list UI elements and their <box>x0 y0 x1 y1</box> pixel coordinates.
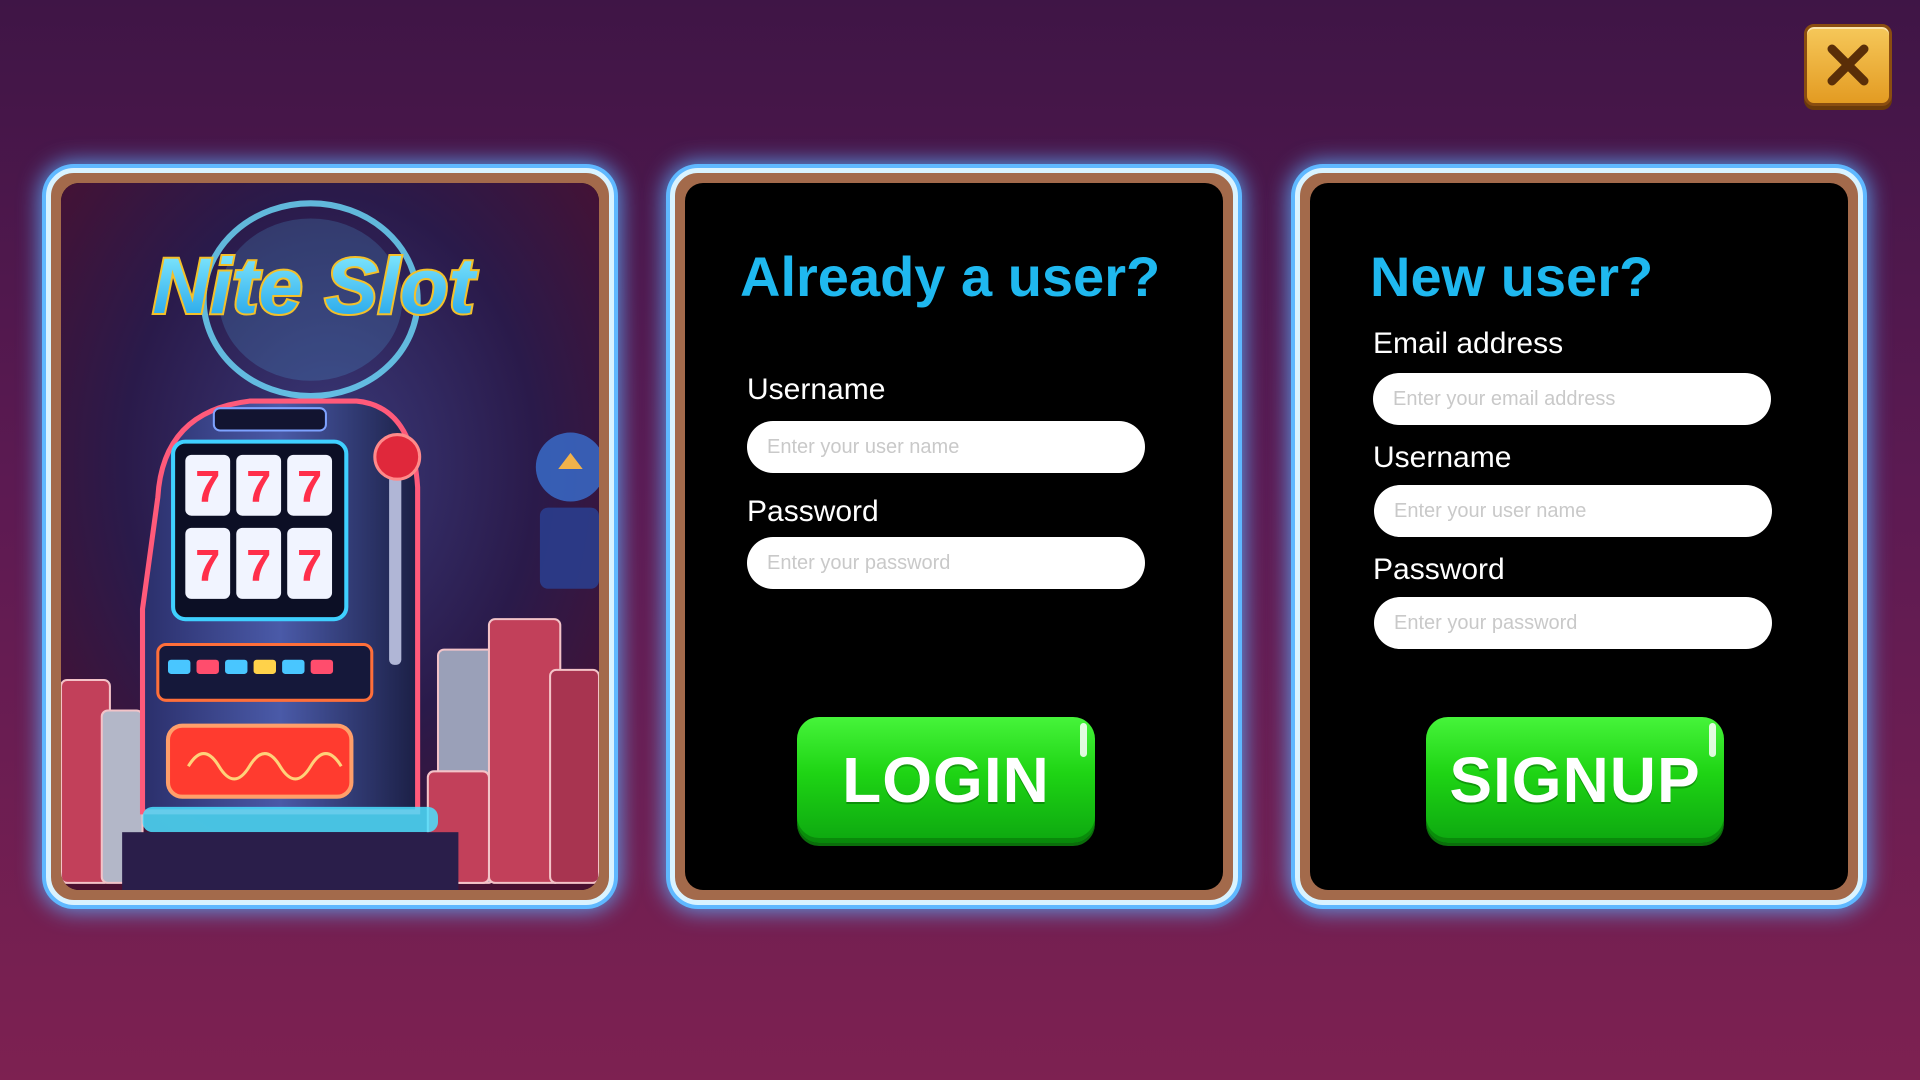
login-button-label: LOGIN <box>842 744 1050 816</box>
game-art-panel: 7 7 7 7 7 7 Nite Slot <box>46 168 614 905</box>
reel-symbol: 7 <box>297 463 322 512</box>
login-username-label: Username <box>747 373 886 406</box>
game-art-frame: 7 7 7 7 7 7 Nite Slot <box>61 183 599 890</box>
signup-button[interactable]: SIGNUP <box>1426 717 1724 843</box>
reel-symbol: 7 <box>195 542 220 591</box>
signup-panel: New user? Email address Username Passwor… <box>1295 168 1863 905</box>
game-logo: Nite Slot <box>153 241 479 330</box>
signup-email-label: Email address <box>1373 327 1564 360</box>
signup-panel-inner: New user? Email address Username Passwor… <box>1310 183 1848 890</box>
login-password-label: Password <box>747 495 879 528</box>
login-username-input[interactable] <box>747 421 1145 473</box>
login-panel-inner: Already a user? Username Password LOGIN <box>685 183 1223 890</box>
login-button[interactable]: LOGIN <box>797 717 1095 843</box>
reel-symbol: 7 <box>195 463 220 512</box>
reel-symbol: 7 <box>297 542 322 591</box>
signup-button-label: SIGNUP <box>1449 744 1701 816</box>
close-icon <box>1827 44 1869 86</box>
signup-username-label: Username <box>1373 441 1512 474</box>
close-button[interactable] <box>1804 24 1892 106</box>
reel-symbol: 7 <box>246 463 271 512</box>
signup-heading: New user? <box>1370 245 1654 308</box>
button-gloss <box>1709 723 1716 757</box>
login-heading: Already a user? <box>740 245 1161 308</box>
signup-username-input[interactable] <box>1374 485 1772 537</box>
button-gloss <box>1080 723 1087 757</box>
reel-symbol: 7 <box>246 542 271 591</box>
slot-machine-illustration: 7 7 7 7 7 7 Nite Slot <box>61 183 599 890</box>
signup-password-label: Password <box>1373 553 1505 586</box>
signup-email-input[interactable] <box>1373 373 1771 425</box>
signup-password-input[interactable] <box>1374 597 1772 649</box>
login-panel: Already a user? Username Password LOGIN <box>670 168 1238 905</box>
login-password-input[interactable] <box>747 537 1145 589</box>
